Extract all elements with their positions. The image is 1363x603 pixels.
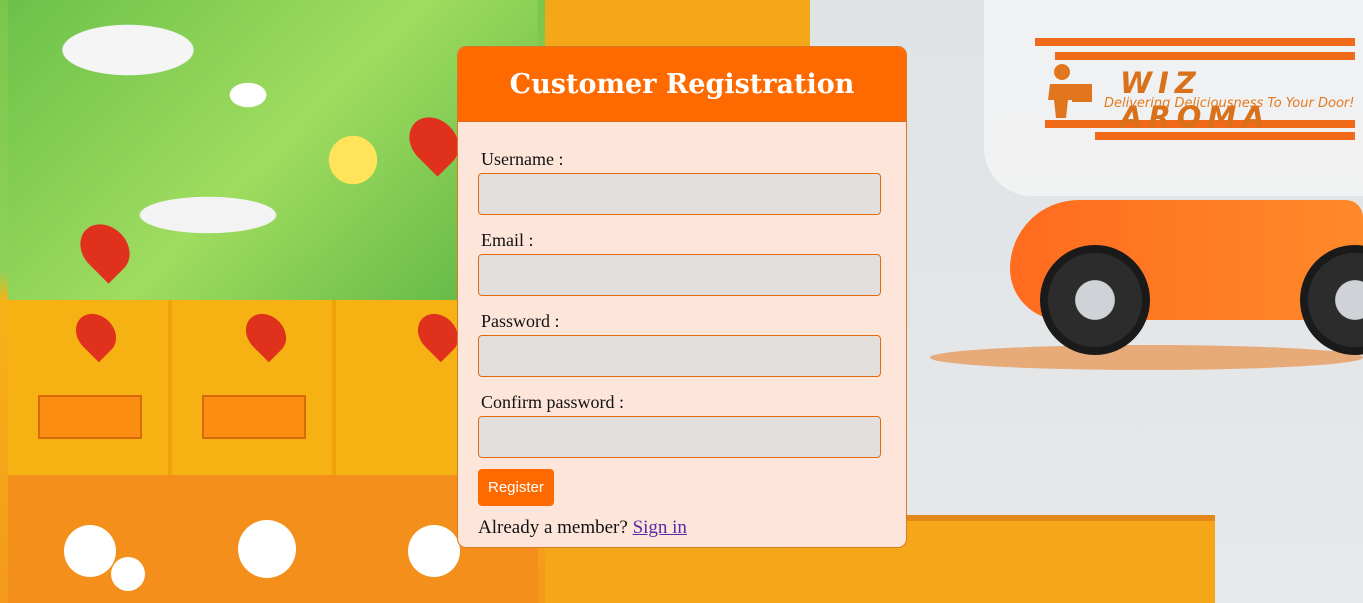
logo-stripe bbox=[1035, 38, 1355, 46]
background-shop bbox=[172, 300, 336, 475]
background-shop bbox=[8, 300, 172, 475]
map-pin-icon bbox=[67, 305, 125, 363]
signin-prompt: Already a member? Sign in bbox=[478, 517, 886, 539]
username-input[interactable] bbox=[478, 173, 881, 215]
delivery-person-icon bbox=[1048, 64, 1092, 118]
background-dot bbox=[111, 557, 145, 591]
email-label: Email : bbox=[481, 230, 534, 250]
registration-form: Username : Email : Password : Confirm pa… bbox=[458, 122, 906, 539]
password-label: Password : bbox=[481, 311, 560, 331]
password-input[interactable] bbox=[478, 335, 881, 377]
logo-stripe bbox=[1055, 52, 1355, 60]
registration-card: Customer Registration Username : Email :… bbox=[457, 46, 907, 548]
card-header: Customer Registration bbox=[458, 47, 906, 122]
member-prompt-text: Already a member? bbox=[478, 517, 628, 538]
scooter-wheel bbox=[1040, 245, 1150, 355]
register-button[interactable]: Register bbox=[478, 469, 554, 506]
email-input[interactable] bbox=[478, 254, 881, 296]
confirm-password-input[interactable] bbox=[478, 416, 881, 458]
background-road-shadow bbox=[930, 345, 1363, 370]
background-dot bbox=[238, 520, 296, 578]
map-pin-icon bbox=[237, 305, 295, 363]
background-shop-sign bbox=[38, 395, 142, 439]
signin-link[interactable]: Sign in bbox=[633, 517, 687, 538]
username-label: Username : bbox=[481, 149, 564, 169]
background-shop-sign bbox=[202, 395, 306, 439]
logo-tagline: Delivering Deliciousness To Your Door! bbox=[1104, 96, 1355, 111]
background-dot bbox=[408, 525, 460, 577]
background-dot bbox=[64, 525, 116, 577]
page-title: Customer Registration bbox=[509, 68, 855, 100]
confirm-password-label: Confirm password : bbox=[481, 392, 624, 412]
